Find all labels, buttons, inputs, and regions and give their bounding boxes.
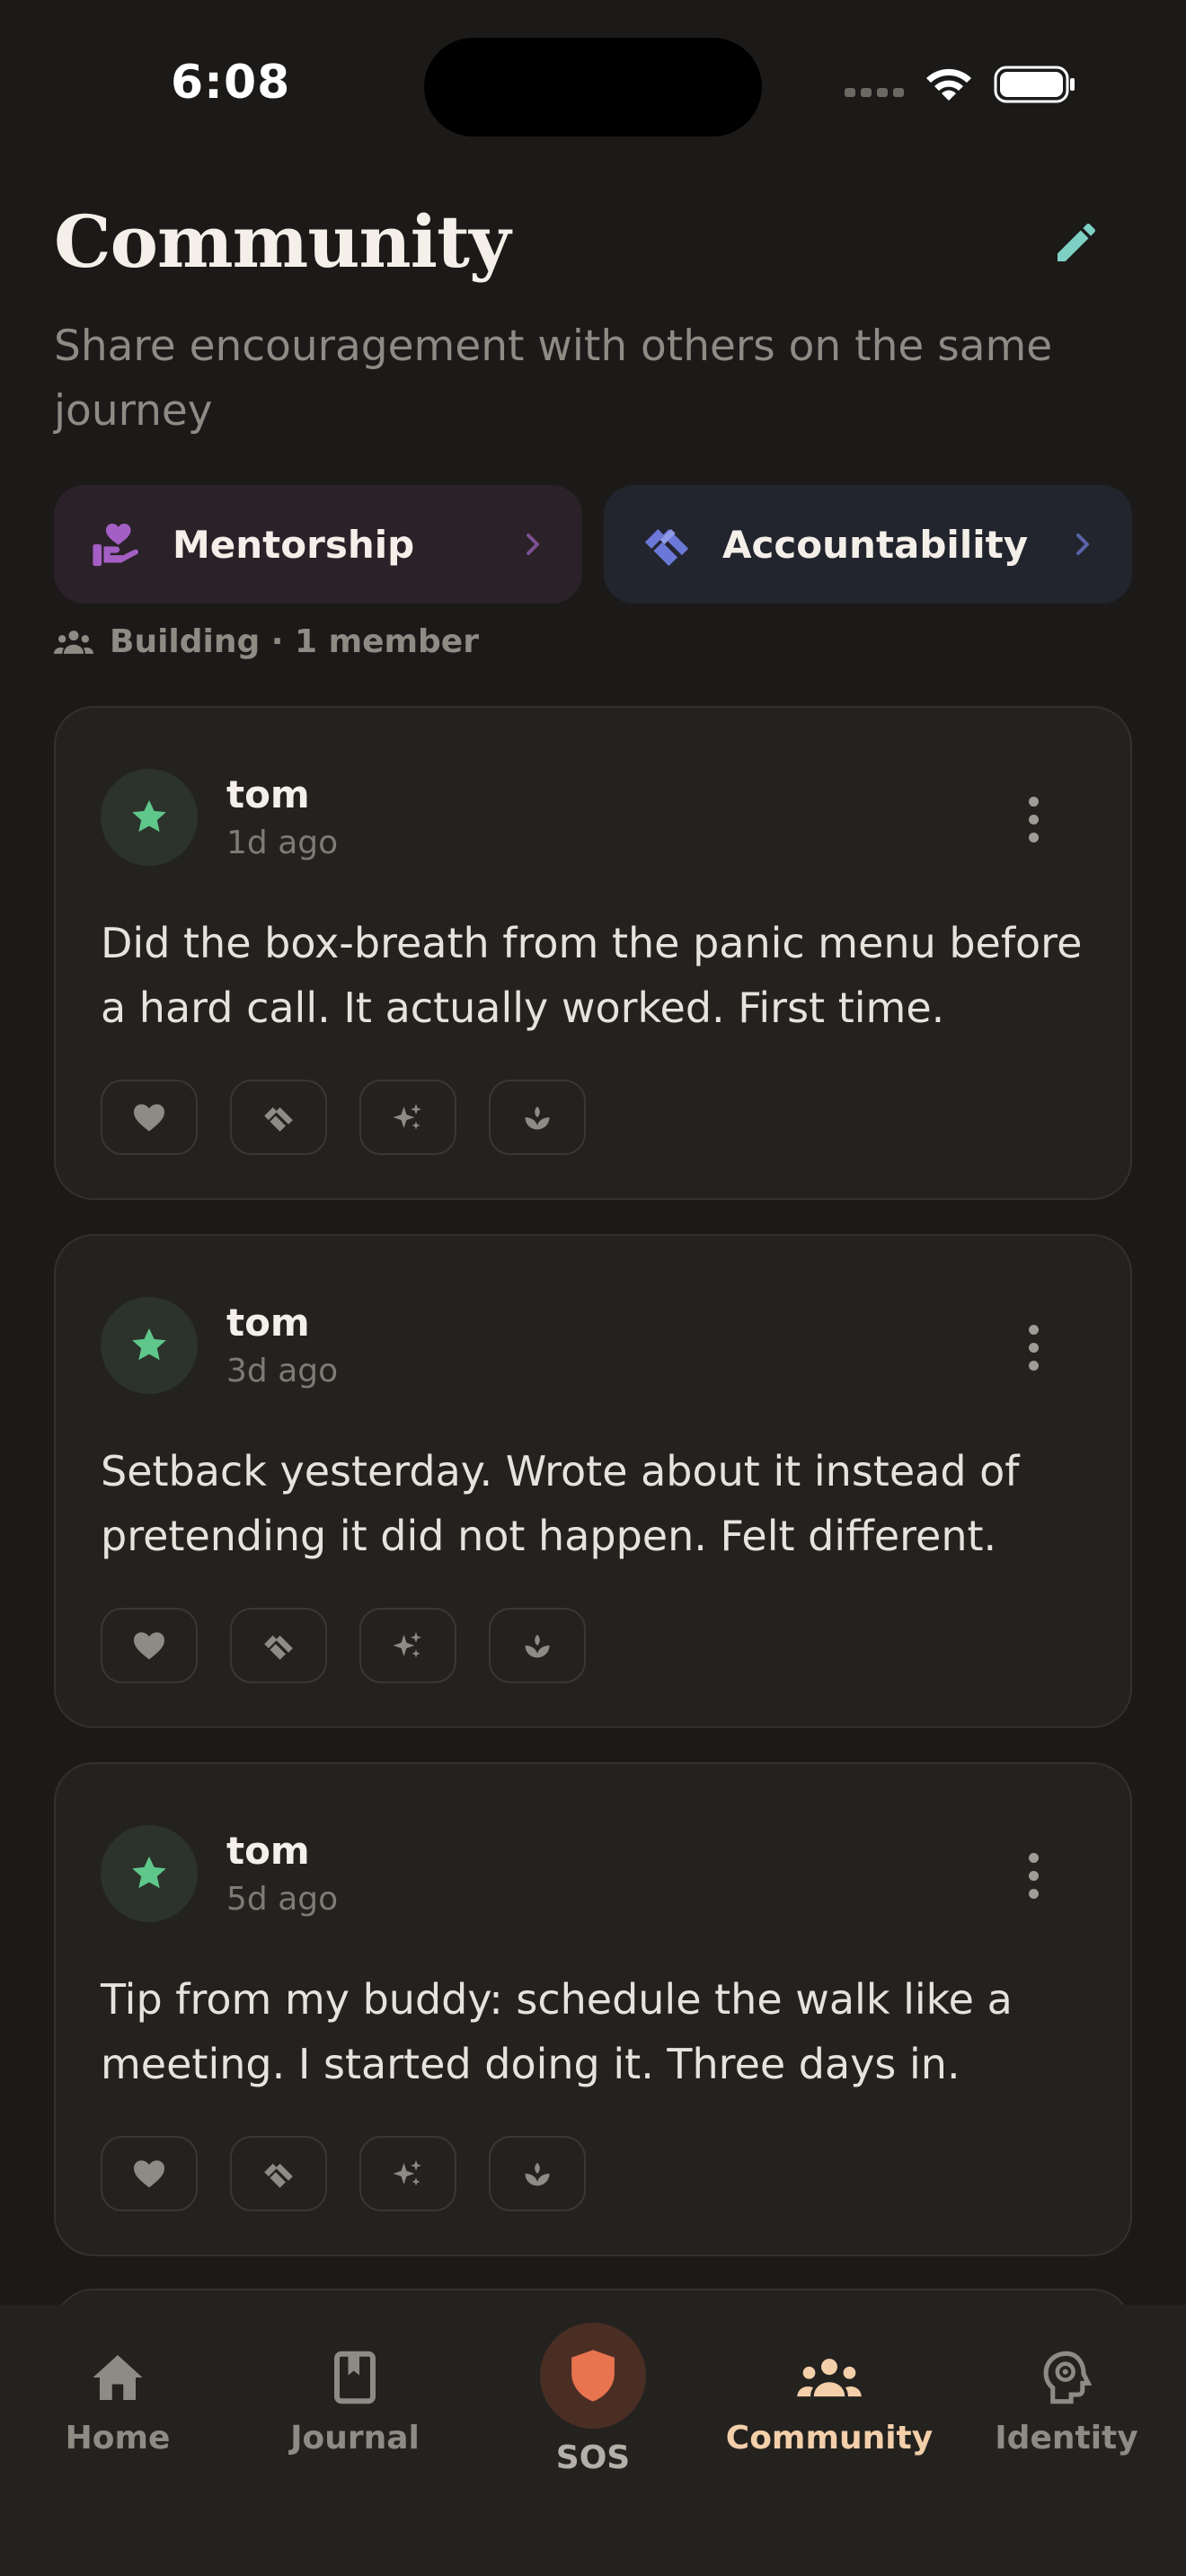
react-heart-button[interactable] (101, 1608, 198, 1683)
star-icon (132, 799, 166, 833)
react-handshake-button[interactable] (230, 1080, 327, 1155)
avatar[interactable] (101, 1297, 198, 1394)
post-author[interactable]: tom (226, 772, 310, 816)
wifi-icon (926, 68, 971, 101)
react-sprout-button[interactable] (489, 2136, 586, 2211)
react-handshake-button[interactable] (230, 1608, 327, 1683)
head-gear-icon (1043, 2351, 1092, 2404)
star-icon (132, 1856, 166, 1889)
post-card[interactable]: tom 1d ago Did the box-breath from the p… (54, 706, 1132, 1200)
heart-icon (134, 2160, 164, 2188)
group-meta: Building · 1 member (54, 623, 479, 660)
tab-home-label: Home (65, 2420, 171, 2457)
tab-home[interactable]: Home (14, 2348, 221, 2457)
tab-bar: Home Journal SOS Community Identity (0, 2305, 1186, 2576)
heart-icon (134, 1104, 164, 1132)
hand-heart-icon (90, 517, 144, 571)
tab-community-label: Community (725, 2420, 934, 2457)
tab-sos[interactable]: SOS (490, 2323, 696, 2476)
avatar[interactable] (101, 1825, 198, 1922)
dynamic-island (424, 38, 762, 137)
accountability-label: Accountability (722, 522, 1029, 567)
chevron-right-icon (527, 534, 539, 555)
post-author[interactable]: tom (226, 1301, 310, 1345)
post-card[interactable]: tom 5d ago Tip from my buddy: schedule t… (54, 1762, 1132, 2256)
post-body: Did the box-breath from the panic menu b… (101, 919, 1083, 1032)
sprout-icon (525, 1107, 550, 1130)
chevron-right-icon (1076, 534, 1089, 555)
shield-icon (571, 2350, 615, 2402)
page-subtitle: Share encouragement with others on the s… (54, 322, 1053, 436)
handshake-icon (264, 1107, 293, 1132)
star-icon (132, 1328, 166, 1361)
reaction-bar (101, 2136, 586, 2211)
home-icon (93, 2355, 143, 2400)
react-heart-button[interactable] (101, 1080, 198, 1155)
page-title: Community (54, 199, 510, 284)
more-options-button[interactable] (1008, 1315, 1058, 1380)
sprout-icon (525, 2163, 550, 2186)
compose-button[interactable] (1042, 208, 1111, 277)
status-indicators (845, 65, 1076, 104)
post-card[interactable]: tom 3d ago Setback yesterday. Wrote abou… (54, 1234, 1132, 1728)
battery-icon (994, 66, 1075, 103)
post-body: Tip from my buddy: schedule the walk lik… (101, 1975, 1013, 2088)
sprout-icon (525, 1635, 550, 1658)
mentorship-label: Mentorship (173, 522, 415, 567)
pencil-icon (1058, 223, 1096, 261)
tab-journal[interactable]: Journal (252, 2348, 458, 2457)
journal-icon (334, 2351, 376, 2404)
sparkle-icon (393, 1104, 421, 1130)
post-time: 1d ago (226, 825, 339, 861)
mentorship-tile[interactable]: Mentorship (54, 485, 582, 604)
handshake-icon (264, 2163, 293, 2188)
react-sparkle-button[interactable] (359, 1080, 456, 1155)
accountability-tile[interactable]: Accountability (604, 485, 1132, 604)
handshake-icon (640, 517, 694, 571)
tab-identity-label: Identity (995, 2420, 1138, 2457)
status-time: 6:08 (171, 56, 291, 110)
handshake-icon (264, 1635, 293, 1660)
post-time: 3d ago (226, 1353, 339, 1389)
tab-journal-label: Journal (290, 2420, 420, 2457)
sos-button[interactable] (540, 2323, 646, 2429)
people-icon (797, 2359, 862, 2397)
react-sprout-button[interactable] (489, 1608, 586, 1683)
signal-icon (845, 88, 904, 97)
post-time: 5d ago (226, 1881, 339, 1918)
react-sparkle-button[interactable] (359, 1608, 456, 1683)
heart-icon (134, 1632, 164, 1660)
tab-community[interactable]: Community (726, 2348, 933, 2457)
tab-sos-label: SOS (555, 2439, 631, 2476)
more-options-button[interactable] (1008, 1843, 1058, 1908)
post-body: Setback yesterday. Wrote about it instea… (101, 1447, 1020, 1560)
reaction-bar (101, 1608, 586, 1683)
avatar[interactable] (101, 769, 198, 866)
react-handshake-button[interactable] (230, 2136, 327, 2211)
post-author[interactable]: tom (226, 1829, 310, 1873)
react-sparkle-button[interactable] (359, 2136, 456, 2211)
tab-identity[interactable]: Identity (963, 2348, 1170, 2457)
reaction-bar (101, 1080, 586, 1155)
sparkle-icon (393, 1632, 421, 1658)
react-sprout-button[interactable] (489, 1080, 586, 1155)
more-options-button[interactable] (1008, 787, 1058, 851)
react-heart-button[interactable] (101, 2136, 198, 2211)
group-icon (54, 630, 93, 654)
group-meta-text: Building · 1 member (110, 623, 479, 660)
sparkle-icon (393, 2160, 421, 2186)
